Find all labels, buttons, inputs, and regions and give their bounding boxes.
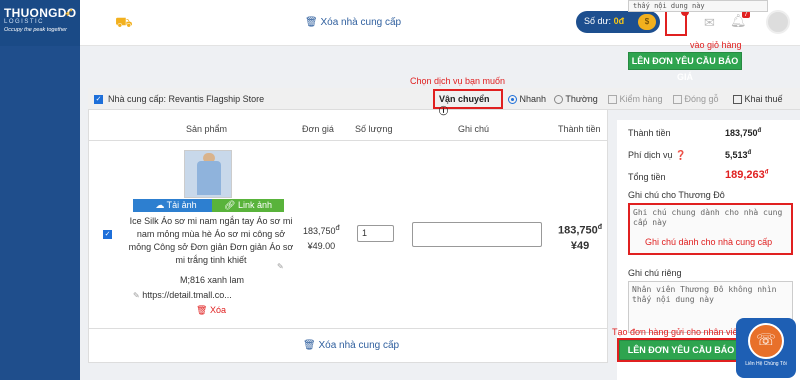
supplier-bar: ✓ Nhà cung cấp: Revantis Flagship Store … <box>88 88 800 116</box>
col-price: Đơn giá <box>302 124 334 134</box>
col-product: Sản phẩm <box>186 124 228 134</box>
col-qty: Số lượng <box>355 124 393 134</box>
currency-sign: đ <box>764 169 769 176</box>
delete-label: Xóa <box>209 305 226 315</box>
option-tax-label: Khai thuế <box>744 94 783 104</box>
option-inspect-label: Kiểm hàng <box>619 94 663 104</box>
fee-value: 5,513đ <box>725 150 751 160</box>
link-icon: 🔗︎ <box>224 200 236 210</box>
col-total: Thành tiền <box>558 124 601 134</box>
support-icon: ☏ <box>748 323 784 359</box>
sidebar <box>0 0 80 380</box>
line-total: 183,750đ ¥49 <box>558 220 602 254</box>
checkbox-inspect[interactable] <box>608 95 617 105</box>
bell-badge: 7 <box>742 11 750 18</box>
truck-icon[interactable]: ⛟ <box>115 14 133 33</box>
edit-name-icon[interactable]: ✎ <box>277 262 284 271</box>
balance-pill[interactable]: Số dư: 0đ $ <box>576 11 660 33</box>
cart-annotation: vào giỏ hàng <box>690 40 742 50</box>
remove-supplier-label: Xóa nhà cung cấp <box>320 17 402 28</box>
subtotal-amount: 183,750 <box>725 128 758 138</box>
product-image[interactable] <box>184 150 232 198</box>
product-attributes: M;816 xanh lam <box>180 275 245 285</box>
shipping-label: Vận chuyển <box>439 94 490 104</box>
product-url[interactable]: https://detail.tmall.co... <box>142 290 232 300</box>
unit-price-cny: ¥49.00 <box>307 241 336 251</box>
supplier-row: ✓ Nhà cung cấp: Revantis Flagship Store <box>94 94 265 105</box>
supplier-note-annotation: Ghi chú dành cho nhà cung cấp <box>645 237 773 247</box>
total-value: 189,263đ <box>725 169 768 181</box>
link-image-button[interactable]: 🔗︎ Link ảnh <box>212 199 284 212</box>
cart-button[interactable] <box>665 8 689 36</box>
option-normal-label: Thường <box>565 94 598 104</box>
divider <box>88 140 608 141</box>
option-inspect[interactable]: Kiểm hàng <box>608 94 663 105</box>
currency-sign: đ <box>757 128 762 134</box>
avatar[interactable] <box>766 10 790 34</box>
contact-support-widget[interactable]: ☏ Liên Hệ Chúng Tôi <box>736 318 796 378</box>
subtotal-value: 183,750đ <box>725 128 761 138</box>
upload-image-button[interactable]: ☁ Tải ảnh <box>133 199 219 212</box>
radio-fast[interactable] <box>508 95 517 105</box>
private-note-label: Ghi chú riêng <box>628 268 682 278</box>
link-label: Link ảnh <box>237 200 272 210</box>
service-annotation: Chọn dịch vụ bạn muốn <box>410 76 506 86</box>
item-checkbox[interactable]: ✓ <box>103 230 112 239</box>
unit-price: 183,750đ ¥49.00 <box>303 220 340 254</box>
support-label: Liên Hệ Chúng Tôi <box>745 361 787 367</box>
option-fast-label: Nhanh <box>519 94 547 104</box>
checkbox-wood[interactable] <box>673 95 682 105</box>
logo-tagline: Occupy the peak together <box>4 27 67 33</box>
line-total-cny: ¥49 <box>570 239 590 252</box>
fee-row: Phí dịch vụ ❓ <box>628 150 686 161</box>
option-tax[interactable]: Khai thuế <box>733 94 783 105</box>
unit-price-vnd: 183,750 <box>303 226 336 236</box>
option-fast[interactable]: Nhanh <box>508 94 547 105</box>
tooltip-snippet: thấy nội dung này <box>628 0 768 12</box>
line-total-vnd: 183,750 <box>558 224 598 237</box>
checkbox-tax[interactable] <box>733 95 742 105</box>
option-normal[interactable]: Thường <box>554 94 598 105</box>
note-thuongdo-label: Ghi chú cho Thương Đô <box>628 190 725 200</box>
product-name: Ice Silk Áo sơ mi nam ngắn tay Áo sơ mi … <box>128 216 294 265</box>
supplier-name: Nhà cung cấp: Revantis Flagship Store <box>108 94 265 104</box>
remove-supplier-link-top[interactable]: 🗑 Xóa nhà cung cấp <box>305 17 401 28</box>
supplier-checkbox[interactable]: ✓ <box>94 95 103 105</box>
note-thuongdo-input[interactable]: Ghi chú chung dành cho nhà cung cấp này <box>628 203 793 255</box>
remove-supplier-link-bottom[interactable]: 🗑 Xóa nhà cung cấp <box>303 340 399 351</box>
currency-sign: đ <box>747 150 752 156</box>
quote-request-button-top[interactable]: LÊN ĐƠN YÊU CẦU BÁO GIÁ <box>628 52 742 82</box>
delete-item-button[interactable]: 🗑 Xóa <box>196 305 226 316</box>
cloud-upload-icon: ☁ <box>155 200 165 210</box>
quantity-input[interactable]: 1 <box>357 225 394 242</box>
shipping-label-box: Vận chuyển ⓘ <box>433 89 503 116</box>
create-order-annotation: Tạo đơn hàng gửi cho nhân viên <box>612 327 743 337</box>
balance-value: 0đ <box>613 16 625 26</box>
fee-amount: 5,513 <box>725 150 748 160</box>
remove-supplier-label: Xóa nhà cung cấp <box>318 340 400 351</box>
fee-label: Phí dịch vụ <box>628 150 673 160</box>
upload-label: Tải ảnh <box>166 200 197 210</box>
balance-label: Số dư: <box>584 16 612 26</box>
subtotal-label: Thành tiền <box>628 128 671 138</box>
option-wood-label: Đóng gỗ <box>684 94 719 104</box>
col-note: Ghi chú <box>458 124 490 134</box>
help-icon[interactable]: ❓ <box>675 150 686 160</box>
edit-url-icon[interactable]: ✎ <box>133 291 140 300</box>
total-amount: 189,263 <box>725 169 765 181</box>
item-note-input[interactable] <box>412 222 542 247</box>
product-url-row: ✎ https://detail.tmall.co... <box>133 290 232 300</box>
currency-sign: đ <box>597 224 603 231</box>
quote-request-button-bottom[interactable]: LÊN ĐƠN YÊU CẦU BÁO GIÁ <box>617 338 745 373</box>
info-icon: ⓘ <box>439 106 449 116</box>
radio-normal[interactable] <box>554 95 563 105</box>
wallet-icon: $ <box>638 14 656 30</box>
option-wood[interactable]: Đóng gỗ <box>673 94 719 105</box>
currency-sign: đ <box>335 223 340 232</box>
divider <box>88 328 608 329</box>
bird-icon: ➶ <box>64 5 75 19</box>
mail-icon[interactable]: ✉ <box>704 15 715 31</box>
total-label: Tổng tiền <box>628 172 666 182</box>
logo[interactable]: THUONGDO LOGISTIC Occupy the peak togeth… <box>0 0 80 46</box>
